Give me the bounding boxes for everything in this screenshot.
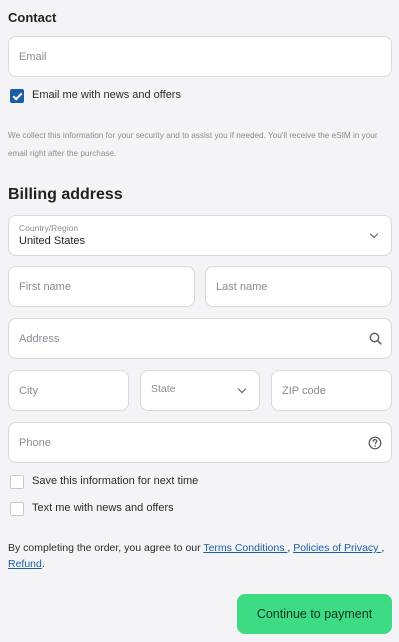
chevron-down-icon [237,384,247,394]
save-info-label: Save this information for next time [32,475,199,487]
email-input[interactable] [19,37,379,76]
search-icon[interactable] [369,332,382,345]
email-optin-label: Email me with news and offers [32,89,181,101]
country-select-value: United States [19,235,86,247]
address-input[interactable] [19,319,359,358]
first-name-input[interactable] [19,267,184,306]
terms-suffix: . [41,558,45,570]
terms-text: By completing the order, you agree to ou… [8,540,388,572]
email-field[interactable] [8,36,392,77]
state-select-value: State [151,383,176,395]
help-circle-icon[interactable] [368,436,382,450]
contact-heading: Contact [8,10,57,25]
email-optin-checkbox[interactable] [10,89,24,103]
terms-separator: , [381,542,385,554]
city-field[interactable] [8,370,129,411]
billing-heading: Billing address [8,186,123,203]
country-select[interactable]: Country/Region United States [8,215,392,256]
first-name-field[interactable] [8,266,195,307]
address-field[interactable] [8,318,392,359]
save-info-checkbox[interactable] [10,475,24,489]
zip-field[interactable] [271,370,392,411]
privacy-policy-link[interactable]: Policies of Privacy [293,542,381,554]
last-name-input[interactable] [216,267,381,306]
phone-field[interactable] [8,422,392,463]
continue-to-payment-button[interactable]: Continue to payment [237,594,392,634]
chevron-down-icon [369,229,379,239]
city-input[interactable] [19,371,119,410]
phone-input[interactable] [19,423,359,462]
refund-link[interactable]: Refund [8,558,42,570]
text-optin-checkbox[interactable] [10,502,24,516]
state-select[interactable]: State [140,370,260,411]
terms-prefix: By completing the order, you agree to ou… [8,542,204,554]
last-name-field[interactable] [205,266,392,307]
zip-input[interactable] [282,371,382,410]
terms-conditions-link[interactable]: Terms Conditions [203,542,287,554]
text-optin-label: Text me with news and offers [32,502,174,514]
contact-note: We collect this information for your sec… [8,131,378,158]
country-select-label: Country/Region [19,223,79,233]
